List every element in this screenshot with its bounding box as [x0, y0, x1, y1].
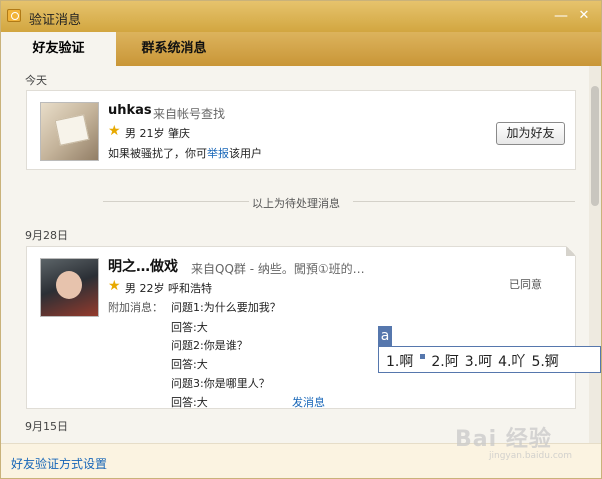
- avatar[interactable]: [40, 102, 99, 161]
- card-corner: [566, 246, 576, 256]
- ime-candidate-box: 1.啊 2.阿 3.呵 4.吖 5.锕: [378, 346, 601, 373]
- expand-icon: [420, 354, 426, 359]
- baidu-watermark: Bai 经验 jingyan.baidu.com: [451, 413, 591, 469]
- request-source: 来自帐号查找: [153, 107, 226, 121]
- status-badge: 已同意: [509, 278, 542, 291]
- ime-candidate[interactable]: 4.吖: [498, 354, 525, 370]
- report-hint-suffix: 该用户: [229, 147, 262, 160]
- ime-candidate-window: a 1.啊 2.阿 3.呵 4.吖 5.锕: [378, 326, 601, 374]
- report-hint: 如果被骚扰了，你可举报该用户: [108, 145, 262, 161]
- requester-profile: 男 21岁 肇庆: [125, 127, 190, 140]
- request-card-pending: uhkas 来自帐号查找 ★ 男 21岁 肇庆 如果被骚扰了，你可举报该用户 加…: [26, 90, 576, 170]
- report-link[interactable]: 举报: [207, 147, 229, 160]
- message-list: 今天 uhkas 来自帐号查找 ★ 男 21岁 肇庆 如果被骚扰了，你可举报该用…: [1, 66, 589, 443]
- watermark-main: Bai 经验: [455, 427, 552, 452]
- qa-line: 回答:大: [171, 321, 208, 334]
- requester-name[interactable]: uhkas: [108, 103, 152, 118]
- section-label-today: 今天: [25, 74, 47, 87]
- tab-friend-verification[interactable]: 好友验证: [1, 32, 116, 66]
- send-message-link[interactable]: 发消息: [292, 394, 325, 410]
- ime-candidates: 1.啊 2.阿 3.呵 4.吖 5.锕: [386, 351, 565, 371]
- qa-line: 问题2:你是谁？: [171, 339, 248, 352]
- watermark-sub: jingyan.baidu.com: [489, 451, 573, 461]
- close-button[interactable]: ✕: [575, 7, 593, 25]
- requester-profile: 男 22岁 呼和浩特: [125, 282, 212, 295]
- ime-composition: a: [378, 326, 392, 346]
- divider-right: [353, 201, 575, 202]
- add-friend-button[interactable]: 加为好友: [496, 122, 565, 145]
- extra-message-label: 附加消息：: [108, 301, 163, 314]
- verification-window: 验证消息 — ✕ 好友验证 群系统消息 今天 uhkas 来自帐号查找 ★ 男 …: [0, 0, 602, 479]
- title-bar[interactable]: 验证消息 — ✕: [1, 1, 601, 32]
- scroll-thumb[interactable]: [591, 86, 599, 206]
- qa-line: 问题3:你是哪里人？: [171, 377, 270, 390]
- ime-candidate[interactable]: 1.啊: [386, 354, 413, 370]
- star-icon: ★: [108, 123, 121, 139]
- tab-bar: 好友验证 群系统消息: [1, 32, 601, 66]
- avatar[interactable]: [40, 258, 99, 317]
- star-icon: ★: [108, 278, 121, 294]
- scrollbar[interactable]: [589, 66, 601, 443]
- minimize-button[interactable]: —: [552, 7, 570, 25]
- section-label-sep15: 9月15日: [25, 420, 68, 433]
- divider-left: [103, 201, 249, 202]
- report-hint-prefix: 如果被骚扰了，你可: [108, 147, 207, 160]
- app-icon: [7, 9, 21, 22]
- requester-name[interactable]: 明之…做戏: [108, 256, 178, 276]
- ime-candidate[interactable]: 5.锕: [531, 354, 558, 370]
- tab-group-system-messages[interactable]: 群系统消息: [119, 32, 229, 66]
- qa-line: 回答:大: [171, 358, 208, 371]
- window-title: 验证消息: [29, 13, 82, 28]
- section-label-sep28: 9月28日: [25, 229, 68, 242]
- qa-line: 回答:大: [171, 396, 208, 409]
- ime-candidate[interactable]: 2.阿: [431, 354, 458, 370]
- request-source: 来自QQ群 - 纳些。闖預①班的…: [191, 262, 365, 276]
- pending-divider-label: 以上为待处理消息: [252, 197, 340, 210]
- verification-settings-link[interactable]: 好友验证方式设置: [11, 455, 107, 472]
- qa-line: 问题1:为什么要加我？: [171, 301, 281, 314]
- ime-candidate[interactable]: 3.呵: [465, 354, 492, 370]
